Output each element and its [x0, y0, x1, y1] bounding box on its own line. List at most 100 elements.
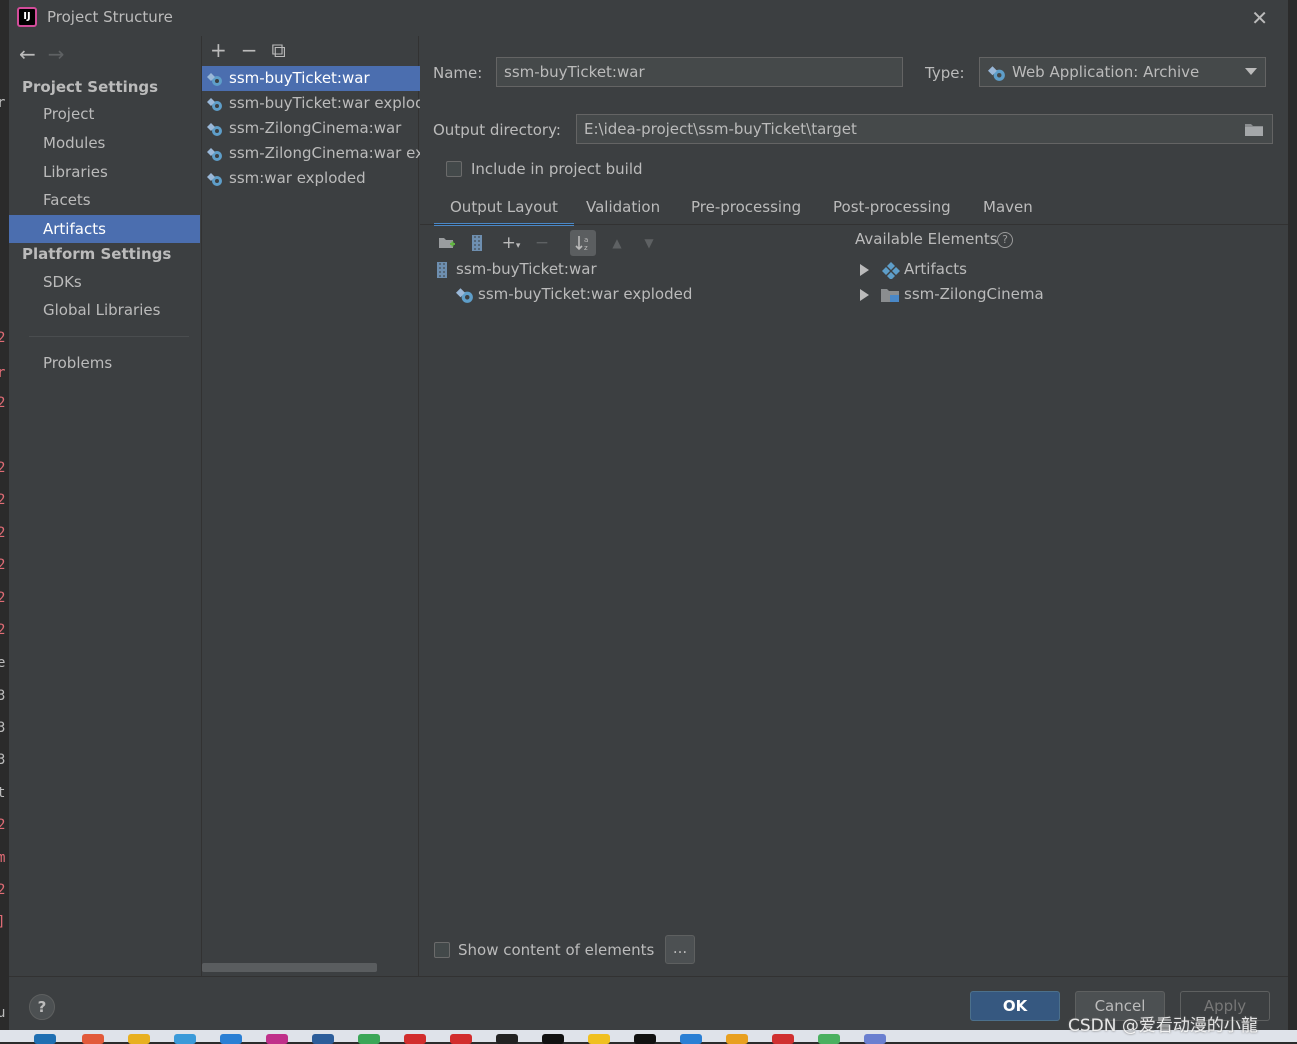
taskbar-app-icon[interactable]: [128, 1034, 150, 1044]
available-element-label: Artifacts: [904, 260, 967, 278]
back-arrow-icon[interactable]: ←: [19, 42, 36, 66]
taskbar-app-icon[interactable]: [542, 1034, 564, 1044]
nav-item-problems[interactable]: Problems: [9, 349, 200, 377]
type-label: Type:: [925, 64, 965, 82]
help-button[interactable]: ?: [29, 994, 55, 1020]
taskbar-app-icon[interactable]: [450, 1034, 472, 1044]
tab-post-processing[interactable]: Post-processing: [817, 192, 967, 226]
background-editor-strip-right: [1288, 0, 1297, 1042]
help-icon[interactable]: ?: [997, 232, 1013, 248]
close-icon[interactable]: ✕: [1251, 6, 1268, 30]
title-bar: IJ Project Structure ✕: [9, 0, 1288, 36]
artifact-item[interactable]: ssm-buyTicket:war: [202, 66, 420, 91]
web-artifact-icon: [207, 123, 222, 136]
artifact-details: Name: ssm-buyTicket:war Type: Web Applic…: [420, 36, 1288, 976]
nav-item-sdks[interactable]: SDKs: [9, 268, 200, 296]
include-in-build-label: Include in project build: [471, 160, 643, 178]
web-artifact-icon: [207, 148, 222, 161]
type-select[interactable]: Web Application: Archive: [979, 57, 1266, 87]
taskbar-app-icon[interactable]: [312, 1034, 334, 1044]
taskbar-app-icon[interactable]: [588, 1034, 610, 1044]
available-element-row[interactable]: Artifacts: [858, 257, 967, 282]
settings-nav: ← → Project Settings Project Modules Libr…: [9, 36, 200, 976]
remove-icon[interactable]: −: [529, 230, 555, 256]
watermark: CSDN @爱看动漫的小龍: [1068, 1016, 1258, 1036]
tab-validation[interactable]: Validation: [570, 192, 676, 226]
artifacts-icon: [882, 262, 900, 279]
artifact-item[interactable]: ssm-ZilongCinema:war: [202, 116, 420, 141]
intellij-logo-icon: IJ: [17, 7, 37, 27]
horizontal-scrollbar[interactable]: [202, 963, 377, 972]
module-folder-icon: [881, 289, 899, 302]
taskbar-app-icon[interactable]: [680, 1034, 702, 1044]
archive-icon[interactable]: [464, 230, 490, 256]
artifact-item[interactable]: ssm-ZilongCinema:war exploded: [202, 141, 420, 166]
taskbar-app-icon[interactable]: [772, 1034, 794, 1044]
web-artifact-icon: [207, 98, 222, 111]
add-artifact-icon[interactable]: +: [210, 38, 227, 62]
copy-artifact-icon[interactable]: ⧉: [272, 38, 286, 62]
artifact-label: ssm-ZilongCinema:war exploded: [229, 144, 420, 162]
web-artifact-icon: [456, 288, 473, 303]
forward-arrow-icon[interactable]: →: [48, 42, 65, 66]
taskbar-app-icon[interactable]: [220, 1034, 242, 1044]
sort-elements-icon[interactable]: az: [570, 230, 596, 256]
move-down-icon[interactable]: ▼: [636, 230, 662, 256]
taskbar-app-icon[interactable]: [864, 1034, 886, 1044]
tab-output-layout[interactable]: Output Layout: [434, 192, 574, 226]
web-artifact-icon: [207, 173, 222, 186]
svg-text:a: a: [584, 236, 588, 244]
nav-item-modules[interactable]: Modules: [9, 129, 200, 157]
nav-item-artifacts[interactable]: Artifacts: [9, 215, 200, 243]
add-copy-of-icon[interactable]: +▾: [498, 230, 524, 256]
history-nav: ← →: [19, 42, 77, 66]
taskbar-app-icon[interactable]: [266, 1034, 288, 1044]
show-content-options-button[interactable]: ...: [665, 935, 695, 964]
nav-item-global-libraries[interactable]: Global Libraries: [9, 296, 200, 324]
artifacts-panel: + − ⧉ ssm-buyTicket:war ssm-buyTicket:war …: [201, 36, 420, 976]
expand-arrow-icon[interactable]: [860, 264, 869, 276]
artifacts-toolbar: + − ⧉: [210, 38, 300, 62]
tab-maven[interactable]: Maven: [967, 192, 1049, 226]
artifact-label: ssm-buyTicket:war exploded: [229, 94, 420, 112]
web-artifact-icon: [988, 66, 1005, 81]
artifact-item[interactable]: ssm-buyTicket:war exploded: [202, 91, 420, 116]
project-structure-dialog: IJ Project Structure ✕ ← → Project Settin…: [9, 0, 1288, 1030]
taskbar-app-icon[interactable]: [174, 1034, 196, 1044]
taskbar-app-icon[interactable]: [496, 1034, 518, 1044]
new-directory-icon[interactable]: [434, 230, 460, 256]
available-element-row[interactable]: ssm-ZilongCinema: [858, 282, 1044, 307]
output-directory-value: E:\idea-project\ssm-buyTicket\target: [584, 120, 857, 138]
background-editor-strip: r 2 r 2 2 2 2 2 2 2 e 3 3 3 t 2 m 2 ] u: [0, 0, 9, 1042]
show-content-checkbox[interactable]: [434, 942, 450, 958]
ok-button[interactable]: OK: [970, 991, 1060, 1021]
layout-tree-row[interactable]: ssm-buyTicket:war exploded: [454, 282, 692, 307]
include-in-build-checkbox[interactable]: [446, 161, 462, 177]
artifact-item[interactable]: ssm:war exploded: [202, 166, 420, 191]
nav-item-facets[interactable]: Facets: [9, 186, 200, 214]
layout-tree-row[interactable]: ssm-buyTicket:war: [434, 257, 597, 282]
remove-artifact-icon[interactable]: −: [241, 38, 258, 62]
nav-item-libraries[interactable]: Libraries: [9, 158, 200, 186]
tab-divider: [420, 224, 1288, 225]
taskbar-app-icon[interactable]: [726, 1034, 748, 1044]
artifact-label: ssm:war exploded: [229, 169, 366, 187]
taskbar-app-icon[interactable]: [34, 1034, 56, 1044]
output-directory-field[interactable]: E:\idea-project\ssm-buyTicket\target: [576, 114, 1273, 144]
taskbar-app-icon[interactable]: [818, 1034, 840, 1044]
show-content-label: Show content of elements: [458, 941, 655, 959]
name-field[interactable]: ssm-buyTicket:war: [496, 57, 903, 87]
artifact-list: ssm-buyTicket:war ssm-buyTicket:war expl…: [202, 66, 420, 191]
type-value: Web Application: Archive: [1012, 63, 1200, 81]
tab-pre-processing[interactable]: Pre-processing: [675, 192, 817, 226]
nav-item-project[interactable]: Project: [9, 100, 200, 128]
taskbar-app-icon[interactable]: [358, 1034, 380, 1044]
folder-icon[interactable]: [1244, 121, 1264, 137]
expand-arrow-icon[interactable]: [860, 289, 869, 301]
taskbar-app-icon[interactable]: [404, 1034, 426, 1044]
taskbar-app-icon[interactable]: [82, 1034, 104, 1044]
taskbar-app-icon[interactable]: [634, 1034, 656, 1044]
window-title: Project Structure: [47, 8, 173, 26]
move-up-icon[interactable]: ▲: [604, 230, 630, 256]
name-label: Name:: [433, 64, 483, 82]
